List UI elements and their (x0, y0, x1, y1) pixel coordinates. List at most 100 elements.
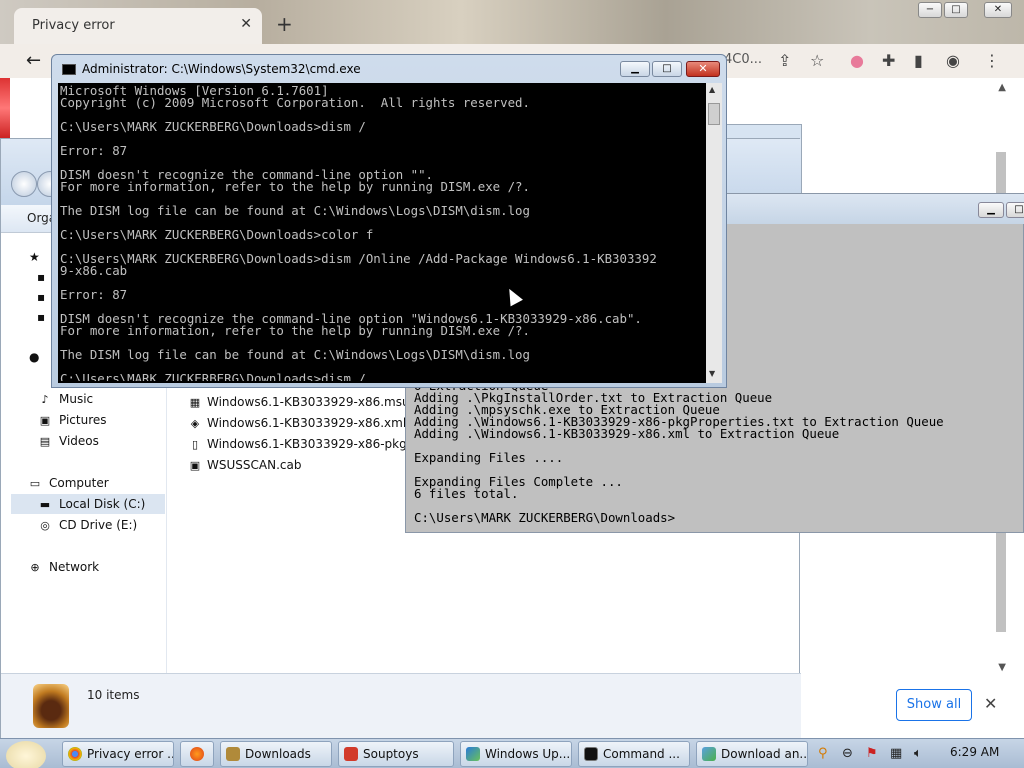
file-name: Windows6.1-KB3033929-x86.msu (207, 395, 407, 409)
sidebar-item-label: Network (49, 560, 100, 574)
scroll-down-arrow-icon[interactable]: ▼ (998, 662, 1006, 673)
videos-icon: ▤ (39, 435, 51, 448)
sidebar-item-label: Local Disk (C:) (59, 497, 146, 511)
close-button[interactable]: ✕ (686, 61, 720, 77)
cmd-scrollbar[interactable]: ▲ ▼ (706, 83, 722, 383)
computer-icon: ▭ (29, 477, 41, 490)
console-line: Expanding Files .... (414, 450, 564, 465)
chrome-close-button[interactable]: ✕ (984, 2, 1012, 18)
tab-close-icon[interactable]: ✕ (240, 16, 252, 32)
cmd-output: Microsoft Windows [Version 6.1.7601] Copy… (60, 85, 702, 381)
page-side-decoration (0, 78, 10, 138)
action-center-flag-icon[interactable]: ⚑ (866, 746, 878, 761)
chrome-minimize-button[interactable]: − (918, 2, 942, 18)
favorites-star-icon[interactable]: ★ (29, 247, 40, 267)
console2-minimize-button[interactable]: ▁ (978, 202, 1004, 218)
taskbar-item-label: Command ... (603, 747, 680, 761)
sidebar-item-local-disk[interactable]: ▬ Local Disk (C:) (11, 494, 165, 514)
taskbar: Privacy error ... Downloads Souptoys Win… (0, 738, 1024, 768)
taskbar-clock[interactable]: 6:29 AM (950, 745, 999, 759)
sidebar-item-label: Music (59, 392, 94, 406)
cmd-window: Administrator: C:\Windows\System32\cmd.e… (51, 54, 727, 388)
taskbar-item-chrome[interactable]: Privacy error ... (62, 741, 174, 767)
search-icon[interactable]: ⚲ (818, 746, 828, 761)
chrome-maximize-button[interactable]: □ (944, 2, 968, 18)
maximize-button[interactable]: □ (652, 61, 682, 77)
volume-icon[interactable]: 🔈︎ (914, 746, 922, 761)
list-item[interactable]: ▦ Windows6.1-KB3033929-x86.msu (187, 392, 407, 412)
address-bar-fragment[interactable]: 4C0... (724, 52, 762, 67)
nav-folder-icon: ▪ (37, 270, 46, 284)
taskbar-item-windows-update[interactable]: Windows Up... (460, 741, 572, 767)
cmd-scrollbar-thumb[interactable] (708, 103, 720, 125)
console-line: C:\Users\MARK ZUCKERBERG\Downloads>dism … (60, 119, 366, 134)
console-line: 9-x86.cab (60, 263, 128, 278)
taskbar-item-downloads[interactable]: Downloads (220, 741, 332, 767)
item-count: 10 items (87, 688, 140, 702)
sidebar-item-cd-drive[interactable]: ◎ CD Drive (E:) (37, 515, 137, 535)
nav-folder-icon: ▪ (37, 310, 46, 324)
taskbar-item-firefox[interactable] (180, 741, 214, 767)
sidebar-item-label: Pictures (59, 413, 107, 427)
scroll-up-arrow-icon[interactable]: ▲ (998, 82, 1006, 93)
start-button[interactable] (6, 741, 46, 768)
ie-page-icon (702, 747, 716, 761)
sidebar-item-pictures[interactable]: ▣ Pictures (37, 410, 107, 430)
extensions-puzzle-icon[interactable]: ✚ (882, 51, 895, 70)
cmd-console[interactable]: Microsoft Windows [Version 6.1.7601] Copy… (58, 83, 722, 383)
console-line: C:\Users\MARK ZUCKERBERG\Downloads> (414, 510, 676, 525)
cmd-titlebar[interactable]: Administrator: C:\Windows\System32\cmd.e… (52, 55, 728, 83)
sidebar-item-network[interactable]: ⊕ Network (27, 557, 99, 577)
share-icon[interactable]: ⇪ (778, 51, 791, 70)
show-all-button[interactable]: Show all (896, 689, 972, 721)
chrome-tab-title: Privacy error (32, 18, 115, 33)
console-line: Copyright (c) 2009 Microsoft Corporation… (60, 95, 530, 110)
sidebar-item-videos[interactable]: ▤ Videos (37, 431, 99, 451)
side-panel-icon[interactable]: ▮ (914, 51, 923, 70)
file-name: Windows6.1-KB3033929-x86.xml (207, 416, 407, 430)
console-line: For more information, refer to the help … (60, 323, 530, 338)
chrome-tab-privacy-error[interactable]: Privacy error ✕ (14, 8, 262, 44)
list-item[interactable]: ◈ Windows6.1-KB3033929-x86.xml (187, 413, 407, 433)
libraries-icon[interactable]: ● (29, 347, 39, 367)
taskbar-item-command-prompt[interactable]: Command ... (578, 741, 690, 767)
scroll-up-arrow-icon[interactable]: ▲ (709, 85, 715, 94)
console-line: The DISM log file can be found at C:\Win… (60, 203, 530, 218)
cd-drive-icon: ◎ (40, 519, 50, 532)
chrome-menu-icon[interactable]: ⋮ (984, 51, 1000, 70)
minimize-button[interactable]: ▁ (620, 61, 650, 77)
file-name: Windows6.1-KB3033929-x86-pkgProperties.t… (207, 437, 407, 451)
sidebar-item-music[interactable]: ♪ Music (37, 389, 93, 409)
new-tab-button[interactable]: + (276, 12, 293, 36)
taskbar-item-label: Windows Up... (485, 747, 571, 761)
taskbar-item-label: Download an... (721, 747, 808, 761)
nav-folder-icon: ▪ (37, 290, 46, 304)
profile-flag-icon[interactable]: ● (850, 51, 864, 70)
tray-arrow-icon[interactable]: ⊖ (842, 746, 853, 761)
account-avatar-icon[interactable]: ◉ (946, 51, 960, 70)
taskbar-item-label: Privacy error ... (87, 747, 174, 761)
back-arrow-icon[interactable]: ← (26, 50, 41, 71)
network-tray-icon[interactable]: ▦ (890, 746, 902, 761)
cmd-app-icon (62, 64, 76, 75)
cmd-icon (584, 747, 598, 761)
console2-maximize-button[interactable]: □ (1006, 202, 1024, 218)
notification-close-icon[interactable]: ✕ (984, 694, 997, 713)
drive-icon: ▬ (39, 498, 51, 511)
list-item[interactable]: ▯ Windows6.1-KB3033929-x86-pkgProperties.… (187, 434, 407, 454)
taskbar-item-souptoys[interactable]: Souptoys (338, 741, 454, 767)
console-line: C:\Users\MARK ZUCKERBERG\Downloads>dism … (60, 372, 702, 381)
taskbar-item-label: Downloads (245, 747, 311, 761)
scroll-down-arrow-icon[interactable]: ▼ (709, 369, 715, 378)
windows-update-icon (466, 747, 480, 761)
taskbar-item-label: Souptoys (363, 747, 419, 761)
sidebar-item-label: CD Drive (E:) (59, 518, 138, 532)
firefox-icon (190, 747, 204, 761)
sidebar-item-computer[interactable]: ▭ Computer (27, 473, 109, 493)
explorer-back-icon[interactable] (11, 171, 37, 197)
taskbar-item-download-page[interactable]: Download an... (696, 741, 808, 767)
bookmark-star-icon[interactable]: ☆ (810, 51, 824, 70)
list-item[interactable]: ▣ WSUSSCAN.cab (187, 455, 407, 475)
